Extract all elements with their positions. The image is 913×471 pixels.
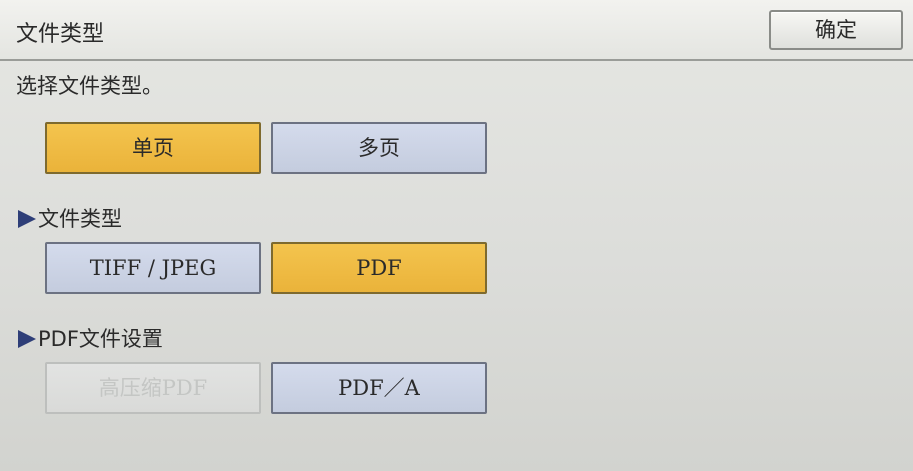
tiff-jpeg-label: TIFF / JPEG: [89, 256, 217, 280]
instruction-text: 选择文件类型。: [16, 74, 163, 98]
ok-button[interactable]: 确定: [769, 10, 903, 50]
high-compression-pdf-button: 高压缩PDF: [45, 362, 261, 414]
pdf-button[interactable]: PDF: [271, 242, 487, 294]
high-compression-pdf-label: 高压缩PDF: [98, 376, 208, 400]
multi-page-button[interactable]: 多页: [271, 122, 487, 174]
triangle-right-icon: [18, 330, 36, 348]
pdf-settings-heading-text: PDF文件设置: [38, 327, 163, 351]
multi-page-label: 多页: [358, 136, 400, 160]
pdf-a-button[interactable]: PDF／A: [271, 362, 487, 414]
pdf-a-label: PDF／A: [338, 376, 420, 400]
title-bar: 文件类型 确定: [0, 0, 913, 61]
screen-title: 文件类型: [16, 22, 105, 47]
single-page-label: 单页: [132, 136, 174, 160]
file-type-heading-text: 文件类型: [38, 207, 122, 231]
pdf-label: PDF: [356, 256, 402, 280]
tiff-jpeg-button[interactable]: TIFF / JPEG: [45, 242, 261, 294]
triangle-right-icon: [18, 210, 36, 228]
file-type-heading: 文件类型: [18, 203, 122, 233]
file-type-screen: 文件类型 确定 选择文件类型。 单页 多页 文件类型 TIFF / JPEG P…: [0, 0, 913, 471]
pdf-settings-heading: PDF文件设置: [18, 323, 163, 353]
single-page-button[interactable]: 单页: [45, 122, 261, 174]
